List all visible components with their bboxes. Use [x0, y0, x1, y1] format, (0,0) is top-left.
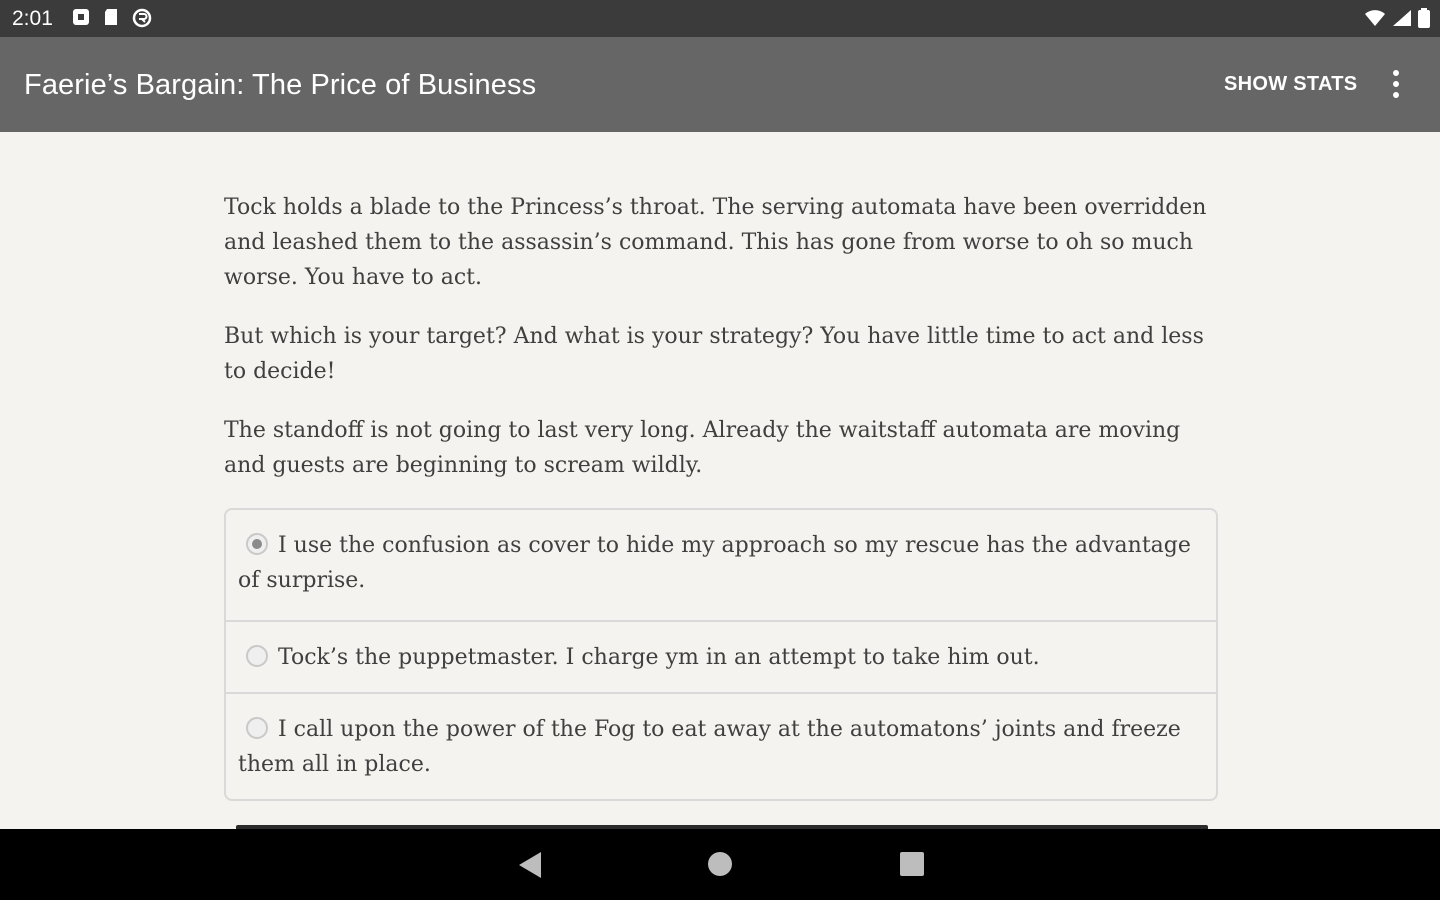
choice-label: I use the confusion as cover to hide my …: [238, 533, 1191, 593]
recents-icon[interactable]: [900, 852, 924, 876]
app-bar: Faerie’s Bargain: The Price of Business …: [0, 37, 1440, 132]
story-paragraph: Tock holds a blade to the Princess’s thr…: [224, 195, 1207, 290]
battery-icon: [1418, 8, 1430, 33]
choice-option-3[interactable]: I call upon the power of the Fog to eat …: [226, 692, 1216, 801]
more-vert-icon[interactable]: [1384, 67, 1408, 101]
sync-icon: [132, 8, 152, 28]
wifi-icon: [1364, 9, 1386, 32]
sd-card-icon: [102, 8, 120, 26]
choice-label: I call upon the power of the Fog to eat …: [238, 717, 1181, 777]
choice-label: Tock’s the puppetmaster. I charge ym in …: [278, 645, 1040, 670]
back-icon[interactable]: [517, 851, 543, 879]
show-stats-button[interactable]: SHOW STATS: [1224, 73, 1357, 96]
choice-option-2[interactable]: Tock’s the puppetmaster. I charge ym in …: [226, 620, 1216, 692]
notification-icon: [72, 8, 90, 26]
choice-option-1[interactable]: I use the confusion as cover to hide my …: [226, 510, 1216, 619]
cell-signal-icon: [1392, 9, 1412, 32]
story-content: Tock holds a blade to the Princess’s thr…: [224, 190, 1218, 507]
status-bar: 2:01: [0, 0, 1440, 37]
story-paragraph: But which is your target? And what is yo…: [224, 324, 1204, 384]
radio-unchecked-icon[interactable]: [246, 645, 268, 667]
status-icons-left: [72, 8, 152, 28]
home-icon[interactable]: [708, 852, 732, 876]
status-time: 2:01: [12, 7, 53, 30]
story-paragraph: The standoff is not going to last very l…: [224, 418, 1181, 478]
radio-checked-icon[interactable]: [246, 533, 268, 555]
status-icons-right: [1364, 8, 1430, 33]
radio-unchecked-icon[interactable]: [246, 717, 268, 739]
choice-list: I use the confusion as cover to hide my …: [224, 508, 1218, 801]
app-title: Faerie’s Bargain: The Price of Business: [24, 69, 537, 101]
